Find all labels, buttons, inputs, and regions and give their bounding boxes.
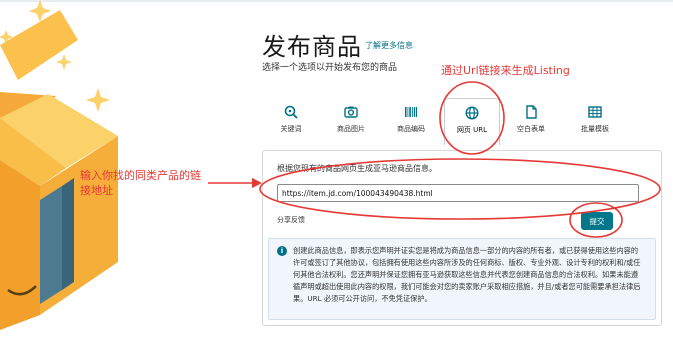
globe-icon: [465, 106, 479, 120]
page-subtitle: 选择一个选项以开始发布您的商品: [262, 63, 398, 73]
annotation-arrow-head: [252, 178, 262, 188]
page-title: 发布商品: [262, 33, 362, 61]
annotation-url-listing: 通过Url链接来生成Listing: [441, 64, 570, 77]
learn-more-link[interactable]: 了解更多信息: [365, 40, 413, 51]
tab-blank-form-label: 空白表单: [517, 125, 545, 133]
tab-bulk-template-label: 批量模板: [581, 125, 609, 133]
tab-bulk-template[interactable]: 批量模板: [568, 98, 622, 144]
tab-keyword-label: 关键词: [280, 125, 302, 133]
tab-keyword[interactable]: 关键词: [264, 98, 318, 144]
panel-title: 根据您现有的商品网页生成亚马逊商品信息。: [277, 164, 437, 173]
tab-product-image-label: 商品图片: [337, 125, 365, 133]
url-input[interactable]: [277, 184, 639, 202]
url-panel: 根据您现有的商品网页生成亚马逊商品信息。 分享反馈 提交 i 创建此商品信息，即…: [262, 150, 662, 326]
tab-web-url-label: 网页 URL: [456, 126, 488, 134]
barcode-icon: [405, 107, 417, 117]
document-icon: [526, 105, 537, 119]
tab-product-code-label: 商品编码: [397, 125, 425, 133]
info-icon: i: [277, 246, 287, 256]
tab-product-code[interactable]: 商品编码: [384, 98, 438, 144]
annotation-input-link: 输入你找的同类产品的链接地址: [80, 169, 201, 197]
share-feedback-link[interactable]: 分享反馈: [277, 215, 305, 225]
spreadsheet-icon: [588, 106, 602, 118]
camera-icon: [344, 106, 358, 118]
listing-mode-tabs: 关键词 商品图片 商品编码 网页 URL 空白表单 批量模板: [262, 98, 662, 145]
tab-web-url[interactable]: 网页 URL: [444, 98, 500, 145]
info-notice-text: 创建此商品信息，即表示您声明并证实您是将成为商品信息一部分的内容的所有者，或已获…: [293, 246, 641, 303]
info-notice: i 创建此商品信息，即表示您声明并证实您是将成为商品信息一部分的内容的所有者，或…: [268, 238, 656, 320]
submit-button[interactable]: 提交: [581, 212, 613, 230]
tab-product-image[interactable]: 商品图片: [324, 98, 378, 144]
tab-blank-form[interactable]: 空白表单: [504, 98, 558, 144]
search-icon: [284, 105, 298, 119]
